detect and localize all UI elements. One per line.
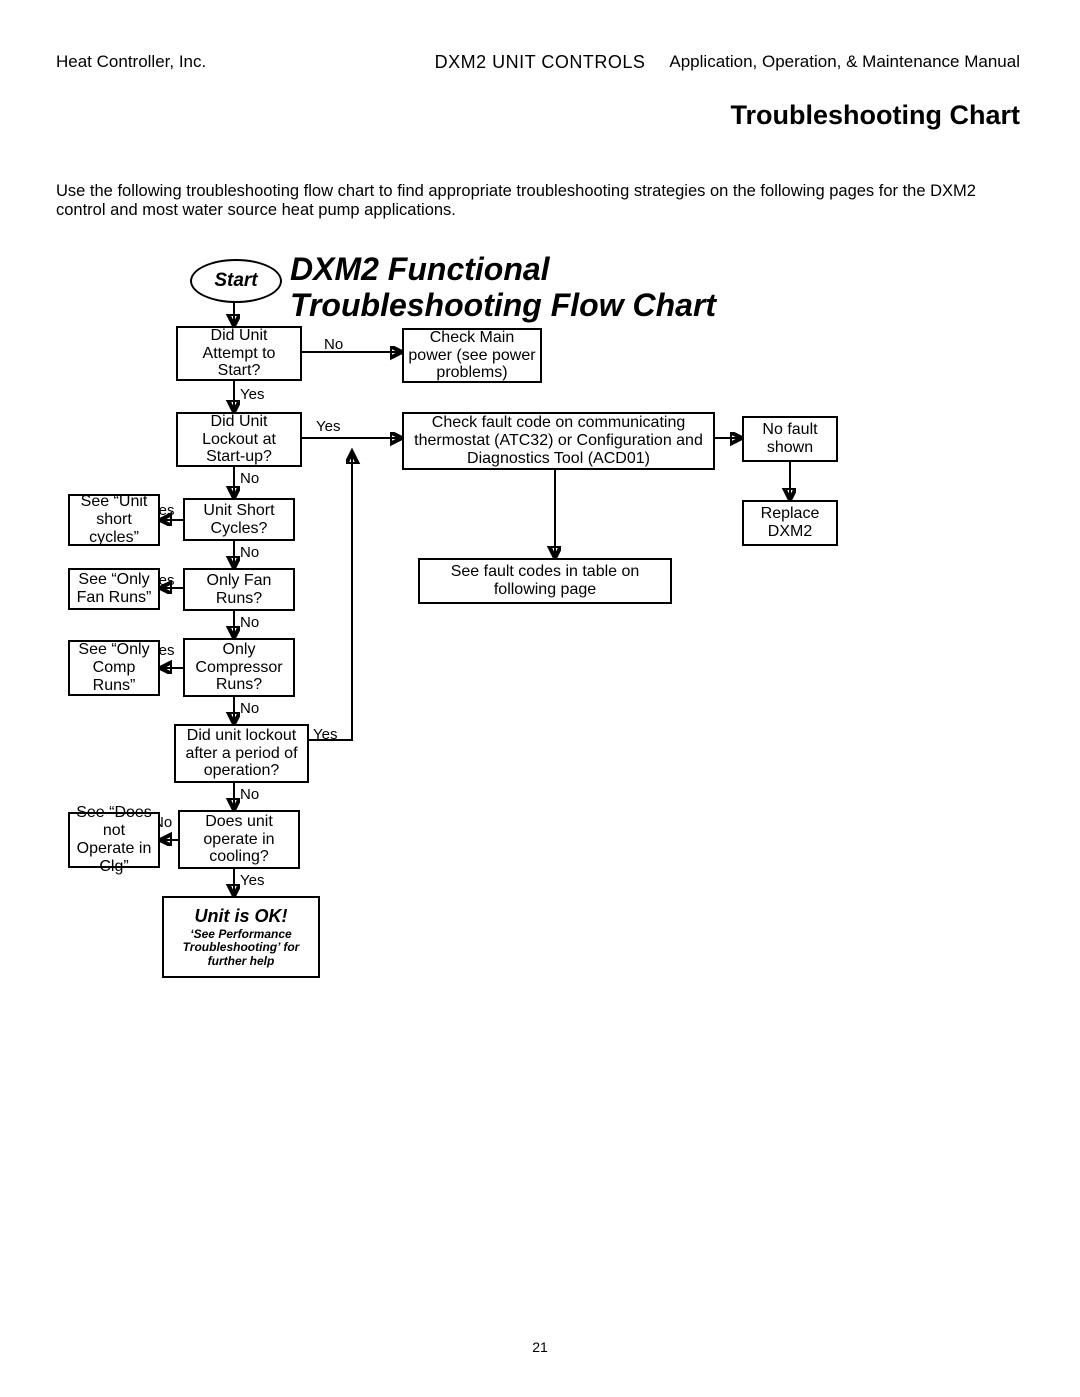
label-yes-7: Yes <box>240 872 264 889</box>
unit-ok-sub: ‘See Performance Troubleshooting’ for fu… <box>168 928 314 968</box>
label-no-1: No <box>324 336 343 353</box>
label-no-3: No <box>240 544 259 561</box>
replace-dxm2: Replace DXM2 <box>742 500 838 546</box>
label-yes-1: Yes <box>240 386 264 403</box>
q-lockout-startup: Did Unit Lockout at Start-up? <box>176 412 302 467</box>
label-yes-2: Yes <box>316 418 340 435</box>
q-attempt-start: Did Unit Attempt to Start? <box>176 326 302 381</box>
unit-ok-title: Unit is OK! <box>195 906 288 926</box>
label-no-2: No <box>240 470 259 487</box>
label-yes-6: Yes <box>313 726 337 743</box>
see-short-cycles: See “Unit short cycles” <box>68 494 160 546</box>
q-lockout-operation: Did unit lockout after a period of opera… <box>174 724 309 783</box>
label-no-5: No <box>240 700 259 717</box>
flowchart-connectors <box>0 0 1080 1397</box>
see-only-fan: See “Only Fan Runs” <box>68 568 160 610</box>
label-no-4: No <box>240 614 259 631</box>
label-no-6: No <box>240 786 259 803</box>
unit-ok: Unit is OK! ‘See Performance Troubleshoo… <box>162 896 320 978</box>
check-fault-code: Check fault code on communicating thermo… <box>402 412 715 470</box>
q-operate-cooling: Does unit operate in cooling? <box>178 810 300 869</box>
see-fault-codes: See fault codes in table on following pa… <box>418 558 672 604</box>
q-only-comp: Only Compressor Runs? <box>183 638 295 697</box>
page-number: 21 <box>0 1339 1080 1355</box>
q-short-cycles: Unit Short Cycles? <box>183 498 295 541</box>
q-only-fan: Only Fan Runs? <box>183 568 295 611</box>
see-only-comp: See “Only Comp Runs” <box>68 640 160 696</box>
check-main-power: Check Main power (see power problems) <box>402 328 542 383</box>
no-fault-shown: No fault shown <box>742 416 838 462</box>
see-not-operate-clg: See “Does not Operate in Clg” <box>68 812 160 868</box>
